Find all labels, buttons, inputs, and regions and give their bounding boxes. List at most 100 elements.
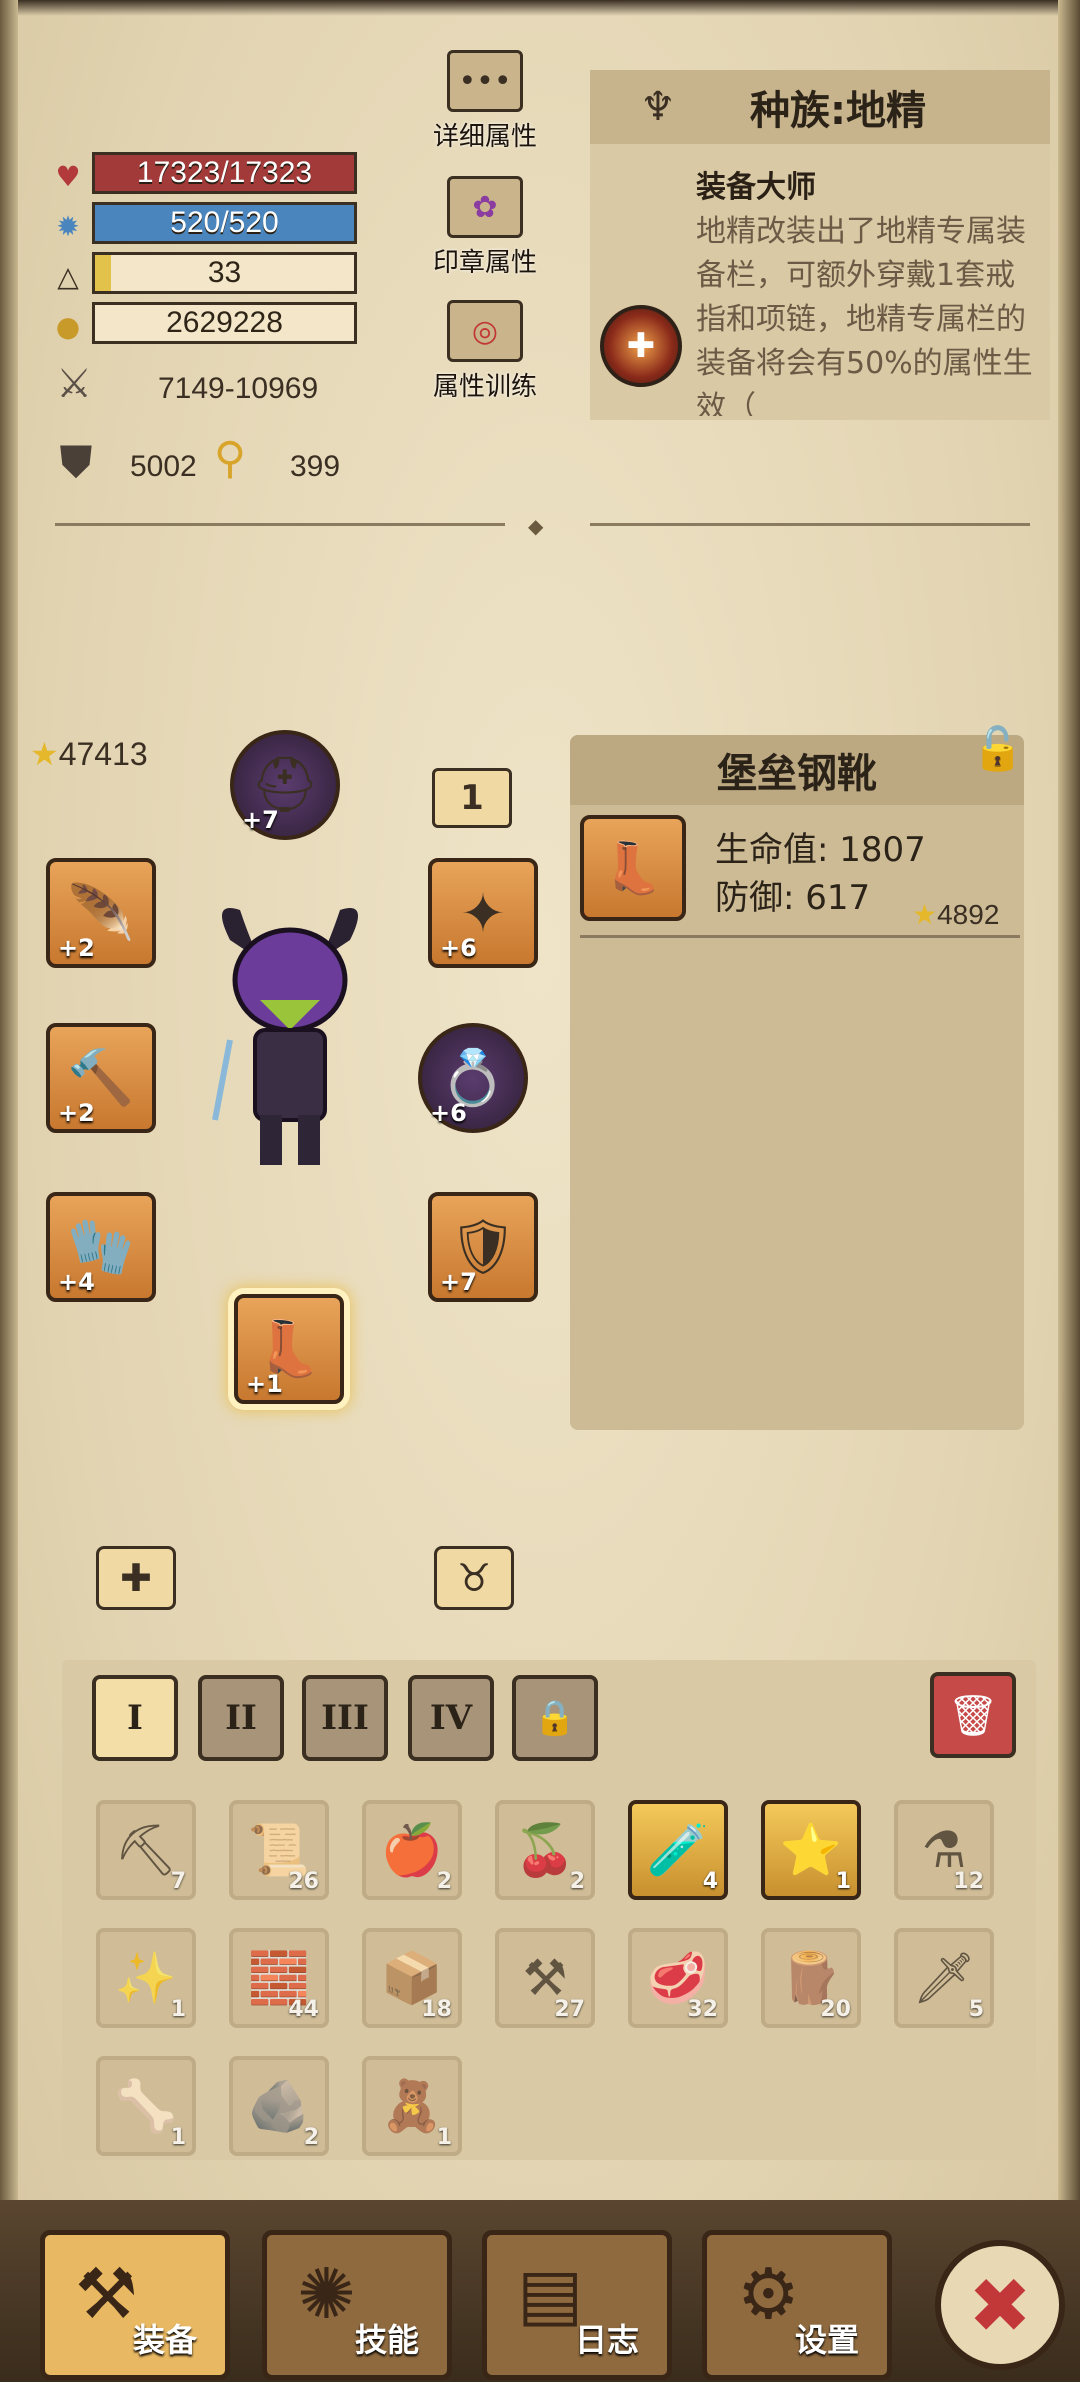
race-skill-name: 装备大师 — [696, 170, 816, 205]
level-progress-fill — [95, 255, 111, 291]
inventory-item[interactable]: ⛏ 7 — [96, 1800, 196, 1900]
book-icon: ▤ — [517, 2253, 584, 2335]
unlock-icon[interactable]: 🔓 — [968, 720, 1028, 778]
mana-icon: ✹ — [56, 209, 80, 243]
inventory-tab-1[interactable]: I — [92, 1675, 178, 1761]
inventory-tab-3[interactable]: III — [302, 1675, 388, 1761]
inventory-item[interactable]: 🧱 44 — [229, 1928, 329, 2028]
loadout-badge[interactable]: 1 — [432, 768, 512, 828]
item-score-value: 4892 — [937, 899, 1000, 930]
inventory-item-count: 32 — [687, 1997, 718, 2022]
inventory-item-count: 1 — [170, 2125, 186, 2150]
inventory-tab-2[interactable]: II — [198, 1675, 284, 1761]
gold-coins-icon: ● — [55, 309, 81, 343]
top-edge — [0, 0, 1080, 16]
close-icon: ✖ — [968, 2260, 1032, 2350]
cloak-level: +2 — [58, 934, 95, 962]
amulet-slot[interactable]: ✦ +6 — [428, 858, 538, 968]
inventory-item-count: 1 — [170, 1997, 186, 2022]
inventory-item[interactable]: ✨ 1 — [96, 1928, 196, 2028]
mp-bar: 520/520 — [92, 202, 357, 244]
inventory-item-icon: 🧸 — [380, 2076, 444, 2135]
item-divider — [580, 935, 1020, 938]
inventory-item[interactable]: 🪨 2 — [229, 2056, 329, 2156]
close-button[interactable]: ✖ — [935, 2240, 1065, 2370]
attribute-training-button[interactable]: ◎ 属性训练 — [430, 300, 540, 403]
helmet-level: +7 — [242, 806, 279, 834]
race-header: ♆ 种族:地精 — [590, 70, 1050, 144]
total-score-value: 47413 — [58, 736, 148, 772]
item-hp: 生命值: 1807 — [715, 830, 926, 870]
shield-icon: ⛊ — [59, 436, 93, 488]
inventory-item-count: 27 — [554, 1997, 585, 2022]
magic-staff-icon: ⚲ — [213, 432, 247, 484]
inventory-item-count: 7 — [170, 1869, 186, 1894]
inventory-item[interactable]: 📦 18 — [362, 1928, 462, 2028]
item-detail-header: 堡垒钢靴 — [570, 735, 1024, 805]
race-skill-icon[interactable]: ✚ — [600, 305, 682, 387]
inventory-item[interactable]: 📜 26 — [229, 1800, 329, 1900]
detail-attributes-button[interactable]: ••• 详细属性 — [430, 50, 540, 153]
inventory-item[interactable]: 🍎 2 — [362, 1800, 462, 1900]
helmet-slot[interactable]: ⛑ +7 — [230, 730, 340, 840]
item-score: ★4892 — [912, 898, 999, 931]
inventory-item[interactable]: ⚗ 12 — [894, 1800, 994, 1900]
divider-right — [590, 523, 1030, 526]
gloves-slot[interactable]: 🧤 +4 — [46, 1192, 156, 1302]
boots-slot[interactable]: 👢 +1 — [234, 1294, 344, 1404]
heart-icon: ♥ — [55, 159, 81, 193]
inventory-item-icon: 🍎 — [380, 1820, 444, 1879]
gold-bar: 2629228 — [92, 302, 357, 344]
inventory-item-count: 1 — [835, 1869, 851, 1894]
level-value: 33 — [207, 256, 242, 289]
race-emblem-icon: ♆ — [640, 84, 676, 130]
inventory-item[interactable]: 🧪 4 — [628, 1800, 728, 1900]
gnome-slot-button[interactable]: ✚ — [96, 1546, 176, 1610]
target-icon: ◎ — [447, 300, 523, 362]
inventory-item[interactable]: 🧸 1 — [362, 2056, 462, 2156]
nav-skills-button[interactable]: ✺ 技能 — [262, 2230, 452, 2380]
nav-equip-button[interactable]: ⚒ 装备 — [40, 2230, 230, 2380]
total-score: ★47413 — [30, 735, 148, 773]
armor-slot[interactable]: 🛡 +7 — [428, 1192, 538, 1302]
inventory-item[interactable]: 🪵 20 — [761, 1928, 861, 2028]
ring-slot[interactable]: 💍 +6 — [418, 1023, 528, 1133]
inventory-item[interactable]: 🍒 2 — [495, 1800, 595, 1900]
inventory-tab-locked[interactable]: 🔒 — [512, 1675, 598, 1761]
detail-attributes-label: 详细属性 — [432, 122, 537, 152]
trash-button[interactable]: 🗑 — [930, 1672, 1016, 1758]
horned-mask-icon: ♉ — [456, 1556, 492, 1600]
inventory-item[interactable]: ⚒ 27 — [495, 1928, 595, 2028]
inventory-tab-4[interactable]: IV — [408, 1675, 494, 1761]
inventory-item-count: 1 — [436, 2125, 452, 2150]
amulet-level: +6 — [440, 934, 477, 962]
inventory-item-icon: 🍒 — [513, 1820, 577, 1879]
nav-settings-label: 设置 — [794, 2321, 859, 2359]
inventory-item[interactable]: 🗡 5 — [894, 1928, 994, 2028]
weapon-level: +2 — [58, 1099, 95, 1127]
trash-icon: 🗑 — [947, 1692, 999, 1739]
level-triangle-icon: △ — [57, 259, 79, 293]
crossed-swords-icon: ⚔ — [56, 361, 92, 407]
inventory-item-count: 26 — [288, 1869, 319, 1894]
cross-icon: ✚ — [120, 1556, 152, 1600]
race-title: 种族:地精 — [750, 88, 926, 134]
nav-skills-label: 技能 — [354, 2321, 419, 2359]
inventory-item[interactable]: ⭐ 1 — [761, 1800, 861, 1900]
inventory-item[interactable]: 🥩 32 — [628, 1928, 728, 2028]
cloak-slot[interactable]: 🪶 +2 — [46, 858, 156, 968]
seal-attributes-button[interactable]: ✿ 印章属性 — [430, 176, 540, 279]
inventory-item[interactable]: 🦴 1 — [96, 2056, 196, 2156]
inventory-item-icon: ✨ — [114, 1948, 178, 2007]
nav-log-label: 日志 — [574, 2321, 639, 2359]
level-bar: 33 — [92, 252, 357, 294]
flower-seal-icon: ✿ — [447, 176, 523, 238]
hero-character — [200, 900, 380, 1180]
race-gear-button[interactable]: ♉ — [434, 1546, 514, 1610]
inventory-item-count: 2 — [569, 1869, 585, 1894]
nav-settings-button[interactable]: ⚙ 设置 — [702, 2230, 892, 2380]
dots-icon: ••• — [447, 50, 523, 112]
nav-log-button[interactable]: ▤ 日志 — [482, 2230, 672, 2380]
gear-icon: ⚙ — [737, 2253, 800, 2335]
weapon-slot[interactable]: 🔨 +2 — [46, 1023, 156, 1133]
